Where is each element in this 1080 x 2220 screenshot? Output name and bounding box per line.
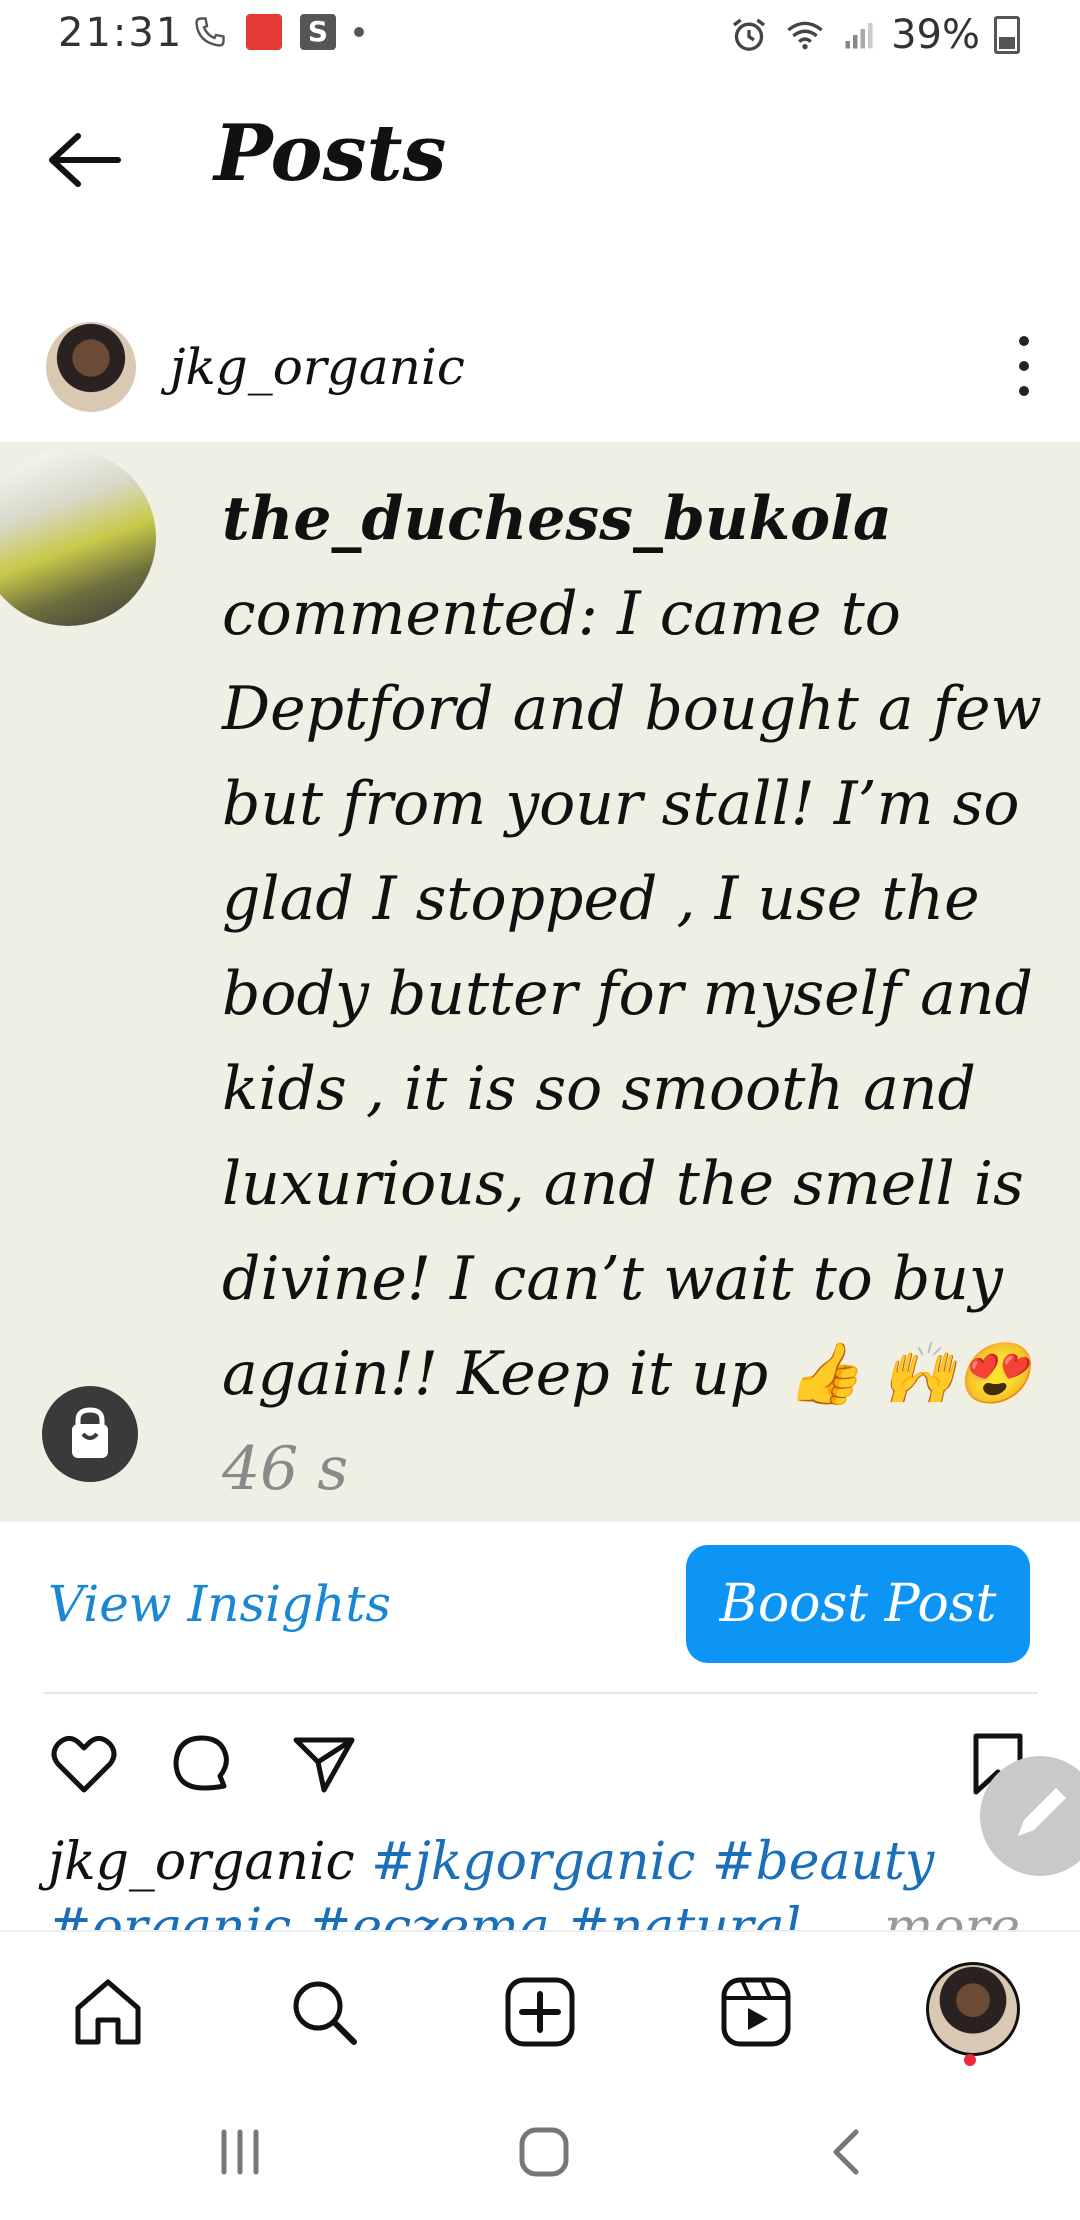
system-navigation-bar	[0, 2080, 1080, 2220]
recent-apps-icon[interactable]	[210, 2122, 270, 2182]
post-caption: jkg_organic #jkgorganic #beauty	[48, 1830, 1048, 1894]
post-actions	[0, 1720, 1080, 1820]
status-system-icons: 39%	[729, 12, 1020, 58]
shopping-bag-button[interactable]	[42, 1386, 138, 1482]
status-notifications: S	[192, 14, 364, 50]
commenter-avatar	[0, 450, 156, 626]
alarm-icon	[733, 18, 766, 51]
author-avatar[interactable]	[46, 322, 136, 412]
heart-icon[interactable]	[48, 1728, 120, 1800]
caption-hashtags-line2[interactable]: #organic #eczema #natural	[48, 1898, 801, 1932]
status-time: 21:31	[58, 10, 184, 56]
view-insights-link[interactable]: View Insights	[48, 1575, 391, 1633]
comment-body: commented: I came to Deptford and bought…	[222, 579, 1042, 1409]
caption-second-line: #organic #eczema #natural ... more	[48, 1896, 1020, 1932]
s-app-icon: S	[300, 14, 336, 50]
battery-percent: 39%	[891, 12, 980, 58]
bottom-navigation	[0, 1930, 1080, 2082]
page-title: Posts	[214, 108, 447, 199]
signal-icon	[845, 23, 873, 49]
reels-icon[interactable]	[716, 1972, 796, 2052]
back-arrow-icon[interactable]	[44, 130, 124, 190]
pdf-app-icon	[246, 14, 282, 50]
home-button-icon[interactable]	[514, 2122, 574, 2182]
boost-post-button[interactable]: Boost Post	[686, 1545, 1030, 1663]
post-author-name[interactable]: jkg_organic	[170, 338, 465, 396]
battery-icon	[994, 16, 1020, 54]
status-bar: 21:31 S 39%	[0, 0, 1080, 72]
shopping-bag-icon	[72, 1407, 108, 1458]
caption-username[interactable]: jkg_organic	[48, 1832, 355, 1892]
more-options-icon[interactable]	[1014, 336, 1034, 396]
comment-text-block: the_duchess_bukola commented: I came to …	[222, 472, 1072, 1517]
divider	[44, 1692, 1038, 1694]
phone-icon	[195, 17, 225, 47]
create-post-icon[interactable]	[500, 1972, 580, 2052]
edit-fab[interactable]	[980, 1756, 1080, 1876]
caption-more[interactable]: ... more	[818, 1898, 1020, 1932]
notification-dot	[964, 2054, 976, 2066]
comment-icon[interactable]	[166, 1728, 238, 1800]
wifi-icon	[787, 21, 823, 50]
comment-time: 46 s	[222, 1434, 349, 1504]
share-icon[interactable]	[288, 1728, 360, 1800]
system-back-icon[interactable]	[818, 2122, 878, 2182]
top-app-bar: Posts	[0, 100, 1080, 220]
home-icon[interactable]	[68, 1972, 148, 2052]
caption-hashtags[interactable]: #jkgorganic #beauty	[371, 1832, 934, 1892]
commenter-username: the_duchess_bukola	[222, 484, 892, 554]
more-notifications-dot	[354, 27, 364, 37]
profile-tab-avatar[interactable]	[926, 1962, 1020, 2056]
insights-row: View Insights Boost Post	[0, 1545, 1080, 1665]
post-image[interactable]: the_duchess_bukola commented: I came to …	[0, 442, 1080, 1522]
post-header: jkg_organic	[0, 310, 1080, 420]
search-icon[interactable]	[284, 1972, 364, 2052]
pencil-icon	[1018, 1788, 1066, 1836]
